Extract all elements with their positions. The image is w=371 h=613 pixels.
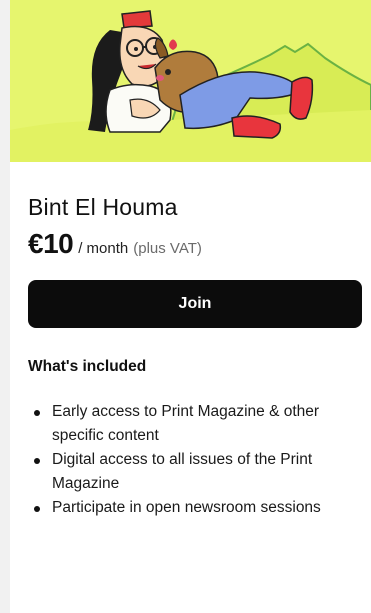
feature-text: Digital access to all issues of the Prin… [52,451,313,492]
billing-period: / month [78,240,129,257]
cartoon-illustration [10,10,371,162]
plan-price: €10 [28,228,74,259]
join-button[interactable]: Join [28,280,362,328]
bullet-icon [34,506,40,512]
vat-note: (plus VAT) [133,240,202,257]
feature-text: Early access to Print Magazine & other s… [52,403,320,444]
plan-title: Bint El Houma [28,194,178,220]
list-item: Participate in open newsroom sessions [28,496,358,520]
hero-illustration [10,0,371,162]
included-heading: What's included [28,358,147,375]
price-row: €10 / month (plus VAT) [28,228,202,260]
feature-list: Early access to Print Magazine & other s… [28,400,358,520]
feature-text: Participate in open newsroom sessions [52,499,321,516]
bullet-icon [34,458,40,464]
membership-card: Bint El Houma €10 / month (plus VAT) Joi… [10,0,371,613]
list-item: Early access to Print Magazine & other s… [28,400,358,448]
list-item: Digital access to all issues of the Prin… [28,448,358,496]
bullet-icon [34,410,40,416]
